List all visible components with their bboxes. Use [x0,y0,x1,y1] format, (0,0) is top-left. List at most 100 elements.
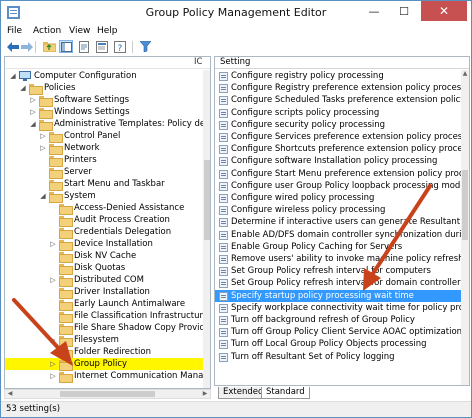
setting-row[interactable]: Configure Registry preference extension … [215,82,461,94]
minimize-button[interactable]: — [359,1,389,21]
tree-node-label: Computer Configuration [34,71,137,81]
policy-tree: ◢ Computer Configuration ◢ Policies ▷ Softwar… [5,70,203,383]
forward-icon[interactable] [20,40,34,53]
tree-node[interactable]: File Share Shadow Copy Provide [5,322,203,335]
tree-node[interactable]: ▷ Device Installation [5,238,203,251]
setting-row[interactable]: Configure wired policy processing [215,192,461,204]
setting-row[interactable]: Turn off Resultant Set of Policy logging [215,351,461,363]
setting-row[interactable]: Turn off background refresh of Group Pol… [215,314,461,326]
filter-icon[interactable] [138,40,152,53]
collapsed-chevron-icon[interactable]: ▷ [49,238,57,250]
tree-node[interactable]: Folder Redirection [5,346,203,359]
tree-node[interactable]: ▷ Group Policy [5,358,203,371]
folder-icon [59,204,73,215]
setting-row[interactable]: Determine if interactive users can gener… [215,216,461,228]
title-bar[interactable]: Group Policy Management Editor — ☐ ✕ [1,1,471,25]
up-folder-icon[interactable] [42,40,56,53]
toolbar-separator [132,41,133,53]
setting-row[interactable]: Specify workplace connectivity wait time… [215,302,461,314]
expanded-chevron-icon[interactable]: ◢ [39,190,47,202]
tree-horizontal-scrollbar[interactable]: ◀ ▶ [4,389,211,399]
setting-row[interactable]: Configure software Installation policy p… [215,155,461,167]
tree-node[interactable]: ▷ Network [5,142,203,155]
tree-node[interactable]: ▷ Internet Communication Mana [5,370,203,383]
tree-node[interactable]: Early Launch Antimalware [5,298,203,311]
menu-bar: File Action View Help [1,25,471,39]
tree-hscroll-thumb[interactable] [60,391,155,397]
collapsed-chevron-icon[interactable]: ▷ [29,106,37,118]
export-list-icon[interactable] [77,40,91,53]
setting-row[interactable]: Set Group Policy refresh interval for co… [215,265,461,277]
menu-file[interactable]: File [7,26,22,36]
scroll-up-icon[interactable]: ▲ [461,70,469,78]
setting-row[interactable]: Turn off Group Policy Client Service AOA… [215,326,461,338]
maximize-button[interactable]: ☐ [389,1,419,21]
help-icon[interactable]: ? [113,40,127,53]
setting-row[interactable]: Remove users' ability to invoke machine … [215,253,461,265]
setting-label: Configure Scheduled Tasks preference ext… [231,95,461,106]
setting-row[interactable]: Set Group Policy refresh interval for do… [215,277,461,289]
collapsed-chevron-icon[interactable]: ▷ [49,370,57,382]
tree-node[interactable]: ▷ Software Settings [5,94,203,107]
tree-node[interactable]: Server [5,166,203,179]
setting-label: Configure Start Menu preference extensio… [231,168,461,179]
settings-column-header[interactable]: Setting [215,57,469,69]
menu-help[interactable]: Help [97,26,118,36]
folder-icon [49,168,63,179]
tree-node[interactable]: Credentials Delegation [5,226,203,239]
collapsed-chevron-icon[interactable]: ▷ [49,274,57,286]
setting-row[interactable]: Configure user Group Policy loopback pro… [215,180,461,192]
setting-row[interactable]: Enable Group Policy Caching for Servers [215,241,461,253]
tree-node[interactable]: ◢ Administrative Templates: Policy defin [5,118,203,131]
tree-node[interactable]: Disk NV Cache [5,250,203,263]
setting-row[interactable]: Configure scripts policy processing [215,107,461,119]
tree-node[interactable]: Start Menu and Taskbar [5,178,203,191]
settings-scroll-thumb[interactable] [462,170,468,240]
setting-row[interactable]: Configure registry policy processing [215,70,461,82]
tree-node[interactable]: Disk Quotas [5,262,203,275]
setting-row[interactable]: Configure wireless policy processing [215,204,461,216]
setting-row[interactable]: Specify startup policy processing wait t… [215,289,461,302]
tree-node[interactable]: ▷ Distributed COM [5,274,203,287]
setting-row[interactable]: Configure security policy processing [215,119,461,131]
tree-node[interactable]: Access-Denied Assistance [5,202,203,215]
tree-node[interactable]: Printers [5,154,203,167]
policy-setting-icon [219,84,228,94]
collapsed-chevron-icon[interactable]: ▷ [49,334,57,346]
collapsed-chevron-icon[interactable]: ▷ [39,130,47,142]
tree-node[interactable]: ▷ Control Panel [5,130,203,143]
tree-node[interactable]: ◢ Computer Configuration [5,70,203,82]
setting-label: Set Group Policy refresh interval for co… [231,266,431,277]
setting-row[interactable]: Turn off Local Group Policy Objects proc… [215,338,461,350]
tree-node[interactable]: Audit Process Creation [5,214,203,227]
scroll-left-icon[interactable]: ◀ [5,390,15,398]
expanded-chevron-icon[interactable]: ◢ [29,118,37,130]
setting-row[interactable]: Configure Start Menu preference extensio… [215,168,461,180]
tree-node[interactable]: ◢ System [5,190,203,203]
tree-node[interactable]: ▷ Filesystem [5,334,203,347]
collapsed-chevron-icon[interactable]: ▷ [39,142,47,154]
back-icon[interactable] [6,40,20,53]
close-button[interactable]: ✕ [421,1,467,21]
setting-row[interactable]: Configure Services preference extension … [215,131,461,143]
collapsed-chevron-icon[interactable]: ▷ [29,94,37,106]
tree-node[interactable]: Driver Installation [5,286,203,299]
settings-vertical-scrollbar[interactable]: ▲ [461,70,469,385]
tab-standard[interactable]: Standard [261,387,310,399]
tree-vertical-scrollbar[interactable] [203,70,210,388]
collapsed-chevron-icon[interactable]: ▷ [49,358,57,370]
expanded-chevron-icon[interactable]: ◢ [9,70,17,82]
tree-scroll-thumb[interactable] [204,160,210,240]
tree-node[interactable]: ◢ Policies [5,82,203,95]
tree-node[interactable]: ▷ Windows Settings [5,106,203,119]
tree-node[interactable]: File Classification Infrastructure [5,310,203,323]
show-hide-tree-icon[interactable] [59,40,73,53]
expanded-chevron-icon[interactable]: ◢ [19,82,27,94]
menu-action[interactable]: Action [33,26,61,36]
menu-view[interactable]: View [69,26,90,36]
setting-row[interactable]: Configure Shortcuts preference extension… [215,143,461,155]
scroll-right-icon[interactable]: ▶ [200,390,210,398]
setting-row[interactable]: Enable AD/DFS domain controller synchron… [215,229,461,241]
properties-icon[interactable] [95,40,109,53]
setting-row[interactable]: Configure Scheduled Tasks preference ext… [215,94,461,106]
